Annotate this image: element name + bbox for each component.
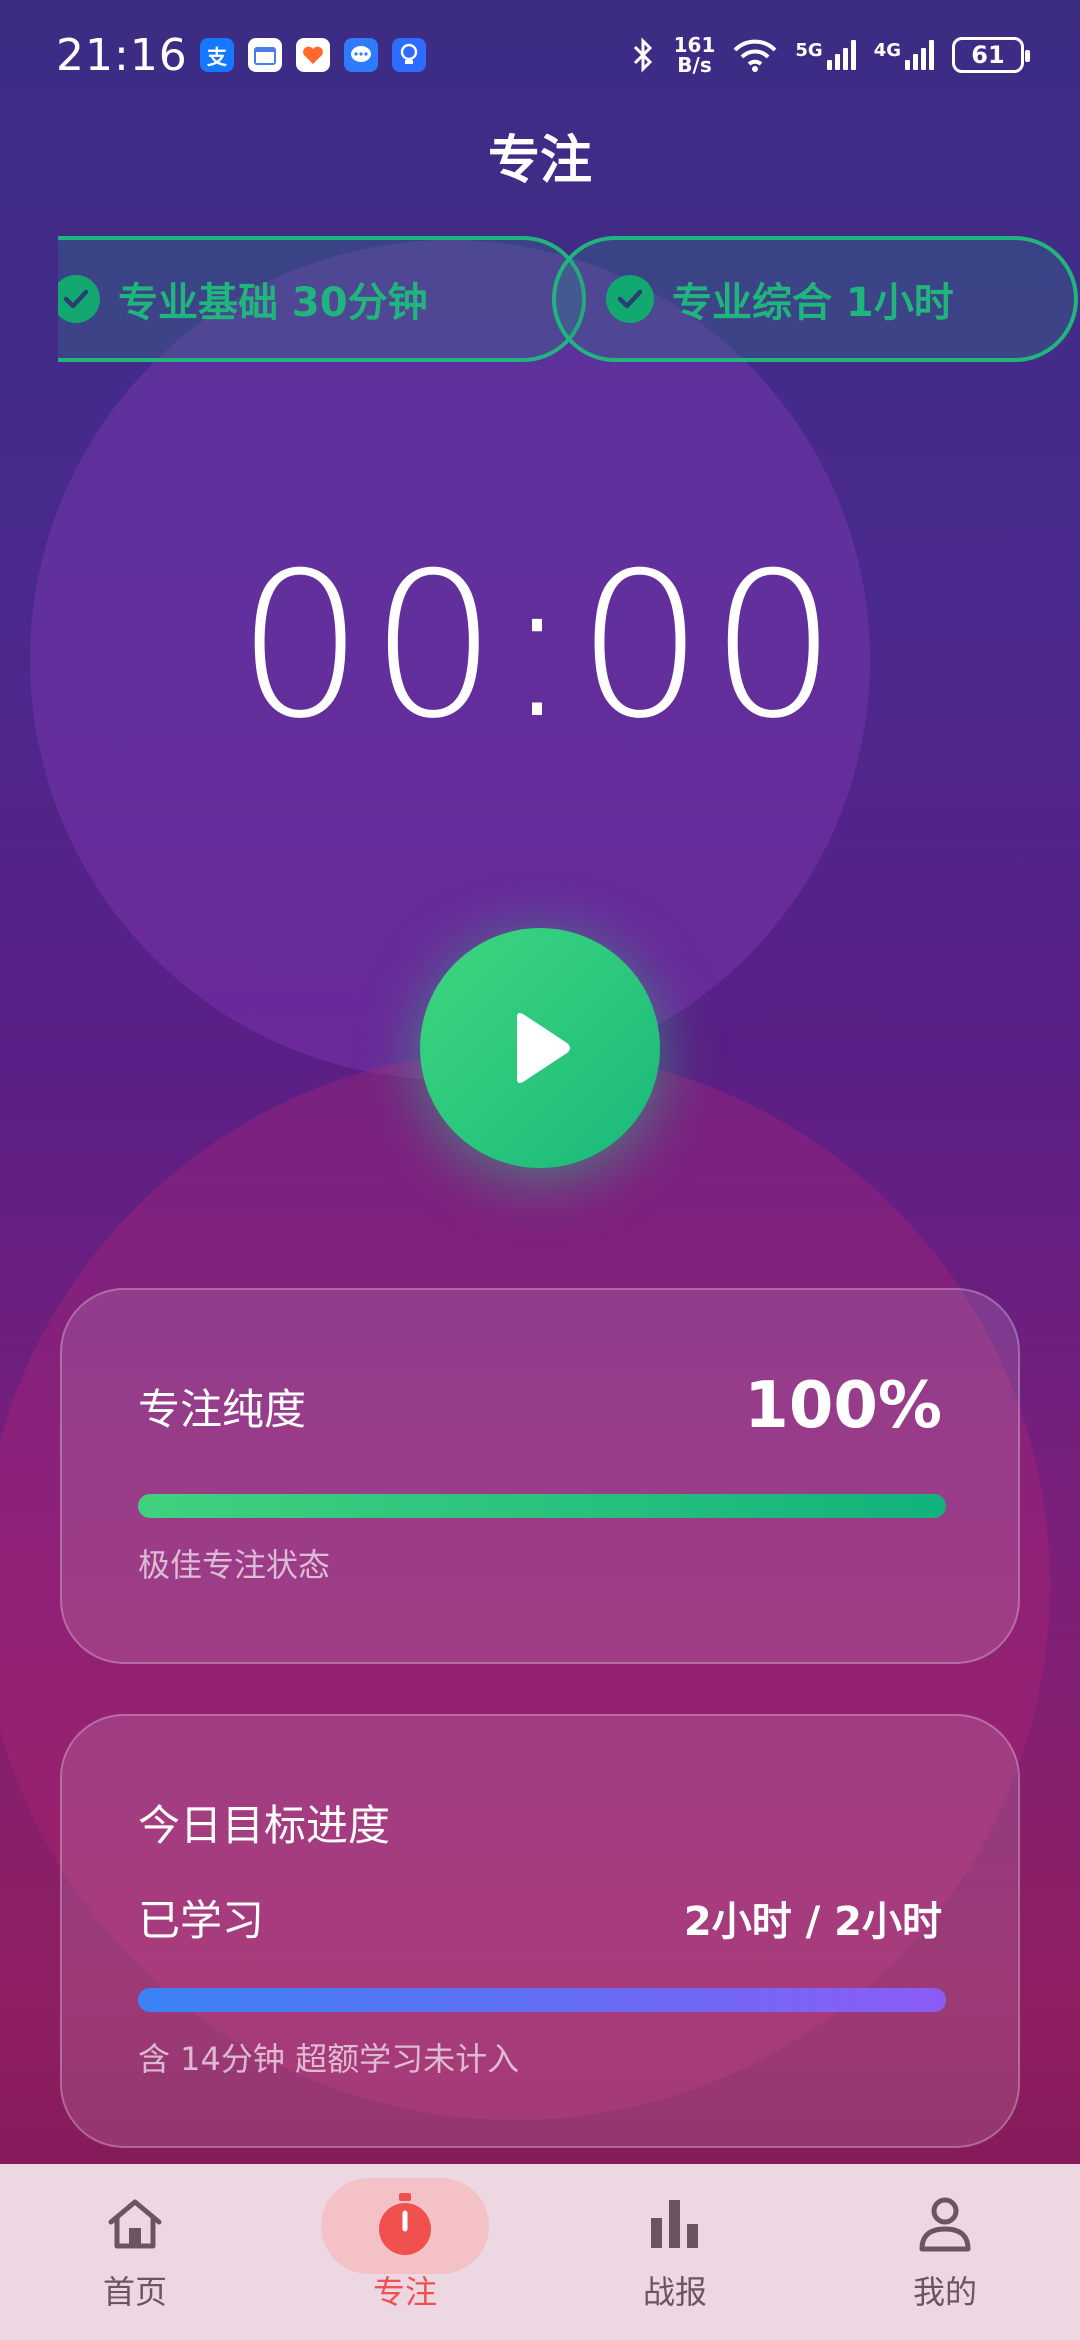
bar-chart-icon — [647, 2191, 703, 2257]
play-icon — [517, 1013, 570, 1083]
subject-tags: 专业基础 30分钟 专业综合 1小时 — [58, 236, 1080, 366]
signal-bars-icon — [905, 40, 934, 70]
wifi-icon — [733, 39, 777, 72]
check-icon — [58, 275, 100, 323]
studied-value: 2小时 / 2小时 — [683, 1898, 942, 1945]
signal-5g: 5G — [795, 40, 856, 70]
subject-tag-label: 专业基础 30分钟 — [118, 280, 428, 326]
tab-home-label: 首页 — [102, 2273, 167, 2311]
calendar-icon — [247, 38, 282, 72]
focus-timer: 00:00 — [236, 530, 844, 763]
tab-report-label: 战报 — [642, 2273, 707, 2311]
start-focus-button[interactable] — [420, 928, 660, 1168]
focus-status-text: 极佳专注状态 — [138, 1546, 331, 1584]
focus-purity-card: 专注纯度 100% 极佳专注状态 — [60, 1288, 1020, 1664]
bottom-tab-bar: 首页 专注 战报 我的 — [0, 2164, 1080, 2340]
check-icon — [606, 275, 654, 323]
subject-tag[interactable]: 专业基础 30分钟 — [58, 236, 586, 362]
focus-purity-header: 专注纯度 100% — [138, 1369, 942, 1443]
page-title: 专注 — [487, 131, 592, 191]
tab-focus[interactable]: 专注 — [270, 2164, 540, 2340]
status-time: 21:16 — [56, 29, 188, 81]
studied-row: 已学习 2小时 / 2小时 — [138, 1887, 942, 1948]
signal-5g-label: 5G — [795, 40, 823, 61]
notification-icons: 支 — [199, 38, 426, 72]
daily-goal-title: 今日目标进度 — [138, 1801, 391, 1850]
overtime-note: 含 14分钟 超额学习未计入 — [138, 2040, 520, 2078]
daily-goal-progress-bar — [138, 1988, 946, 2012]
battery-indicator: 61 — [952, 37, 1030, 73]
tab-profile-label: 我的 — [912, 2273, 977, 2311]
daily-goal-card: 今日目标进度 已学习 2小时 / 2小时 含 14分钟 超额学习未计入 — [60, 1714, 1020, 2148]
message-icon — [343, 38, 378, 72]
net-speed-unit: B/s — [677, 53, 712, 77]
home-icon — [105, 2191, 165, 2257]
tab-profile[interactable]: 我的 — [810, 2164, 1080, 2340]
alipay-icon: 支 — [199, 38, 234, 72]
signal-4g: 4G — [874, 40, 934, 70]
signal-4g-label: 4G — [873, 40, 901, 61]
focus-purity-label: 专注纯度 — [138, 1384, 307, 1434]
signal-bars-icon — [826, 40, 856, 70]
tab-focus-label: 专注 — [372, 2273, 437, 2311]
focus-purity-value: 100% — [744, 1369, 942, 1443]
studied-label: 已学习 — [138, 1896, 265, 1945]
tab-home[interactable]: 首页 — [0, 2164, 270, 2340]
focus-purity-progress-bar — [138, 1494, 946, 1518]
status-bar: 21:16 支 161 B/s 5G 4G 61 — [0, 0, 1080, 110]
status-right: 161 B/s 5G 4G 61 — [630, 35, 1030, 75]
person-icon — [917, 2191, 973, 2257]
bluetooth-icon — [633, 37, 652, 73]
lightbulb-icon — [391, 38, 426, 72]
tab-report[interactable]: 战报 — [540, 2164, 810, 2340]
heart-app-icon — [295, 38, 330, 72]
net-speed: 161 B/s — [674, 35, 716, 75]
net-speed-value: 161 — [673, 33, 716, 57]
subject-tag-label: 专业综合 1小时 — [672, 280, 954, 326]
subject-tag[interactable]: 专业综合 1小时 — [552, 236, 1078, 362]
stopwatch-icon — [373, 2191, 437, 2257]
